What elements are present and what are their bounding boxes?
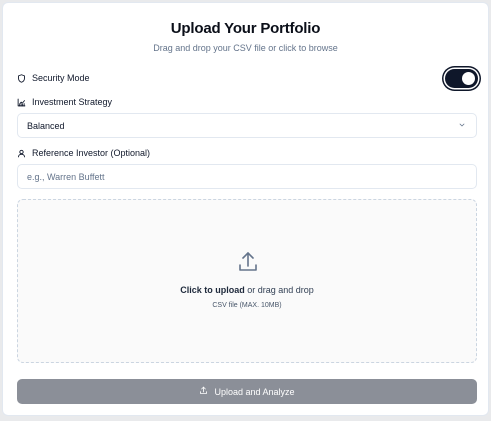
upload-card: Upload Your Portfolio Drag and drop your… xyxy=(2,2,489,416)
shield-icon xyxy=(17,73,26,83)
user-icon xyxy=(17,149,26,158)
chevron-down-icon xyxy=(458,121,466,131)
investment-strategy-select[interactable]: Balanced xyxy=(17,113,477,138)
upload-and-analyze-button[interactable]: Upload and Analyze xyxy=(17,379,477,404)
page-subtitle: Drag and drop your CSV file or click to … xyxy=(153,43,338,53)
click-to-upload-link[interactable]: Click to upload xyxy=(180,285,245,295)
upload-icon xyxy=(236,250,260,274)
toggle-knob xyxy=(462,72,475,85)
chart-icon xyxy=(17,98,26,107)
security-mode-toggle[interactable] xyxy=(445,69,478,88)
investment-strategy-label: Investment Strategy xyxy=(32,97,113,107)
reference-investor-row: Reference Investor (Optional) xyxy=(17,148,150,158)
investment-strategy-row: Investment Strategy xyxy=(17,97,112,107)
upload-and-analyze-label: Upload and Analyze xyxy=(214,386,295,397)
upload-icon xyxy=(199,386,208,397)
security-mode-label: Security Mode xyxy=(32,73,90,83)
drag-drop-text: or drag and drop xyxy=(244,285,314,295)
security-mode-row: Security Mode xyxy=(17,73,90,83)
file-dropzone[interactable]: Click to upload or drag and drop CSV fil… xyxy=(17,199,477,363)
reference-investor-label: Reference Investor (Optional) xyxy=(32,148,151,158)
dropzone-instruction: Click to upload or drag and drop xyxy=(18,285,476,295)
investment-strategy-value: Balanced xyxy=(27,120,65,131)
reference-investor-input[interactable] xyxy=(17,164,477,189)
page-title: Upload Your Portfolio xyxy=(170,20,321,37)
file-constraints-hint: CSV file (MAX. 10MB) xyxy=(212,302,282,309)
